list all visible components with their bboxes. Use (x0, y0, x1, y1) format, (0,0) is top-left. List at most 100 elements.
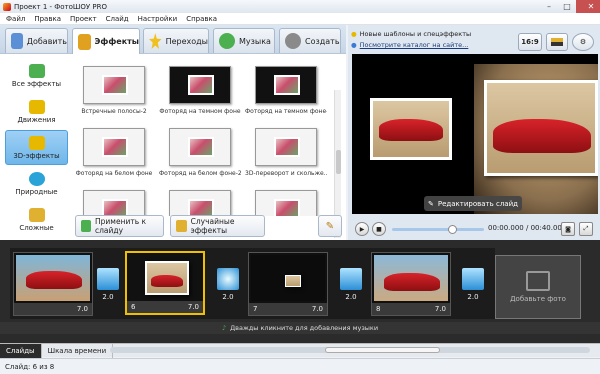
tab-timeline-scale[interactable]: Шкала времени (42, 343, 114, 358)
slide-duration: 7.0 (76, 305, 88, 313)
effect-thumbnail (169, 128, 231, 166)
music-track[interactable]: ♪ Дважды кликните для добавления музыки (0, 322, 600, 334)
category-all-effects[interactable]: Все эффекты (5, 58, 68, 93)
tab-effects-label: Эффекты (94, 37, 139, 46)
effect-caption: Фоторяд на белом фоне-2 (159, 170, 241, 177)
effect-thumbnail (83, 190, 145, 216)
tab-add-label: Добавить (26, 36, 67, 46)
fullscreen-icon: ⤢ (583, 225, 589, 232)
tab-music-label: Музыка (239, 36, 271, 46)
music-hint: Дважды кликните для добавления музыки (230, 324, 379, 332)
edit-slide-label: Редактировать слайд (437, 199, 518, 208)
effect-caption: Фоторяд на темном фоне-2 (245, 108, 327, 115)
slide-duration: 7.0 (434, 305, 446, 313)
tab-slides[interactable]: Слайды (0, 343, 42, 358)
transition-item[interactable]: 2.0 (460, 268, 486, 308)
apply-to-slide-button[interactable]: Применить к слайду (75, 215, 164, 237)
brush-button[interactable]: ✎ (318, 215, 342, 237)
effect-item[interactable]: Встречные полосы-2 (73, 60, 155, 120)
transition-item[interactable]: 2.0 (338, 268, 364, 308)
window-controls: – □ ✕ (540, 0, 600, 13)
effect-caption: Фоторяд на белом фоне (75, 170, 153, 177)
layers-icon (28, 207, 45, 222)
stop-button[interactable]: ■ (372, 222, 386, 236)
slide-item[interactable]: 8 7.0 (371, 252, 451, 316)
effect-item[interactable]: Фоторяд на темном фоне-2 (245, 60, 327, 120)
tab-music[interactable]: Музыка (213, 28, 275, 53)
menu-settings[interactable]: Настройки (138, 15, 178, 23)
gear-icon: ⚙ (579, 38, 587, 46)
brush-icon: ✎ (325, 220, 335, 232)
category-complex[interactable]: Сложные (5, 202, 68, 237)
random-effects-button[interactable]: Случайные эффекты (170, 215, 265, 237)
puzzle-icon (28, 63, 45, 78)
transition-duration: 2.0 (102, 293, 114, 301)
menu-bar: Файл Правка Проект Слайд Настройки Справ… (0, 13, 600, 25)
promo-text: Новые шаблоны и спецэффекты (359, 30, 472, 38)
seek-slider[interactable] (392, 225, 484, 234)
minimize-button[interactable]: – (540, 0, 558, 13)
slide-item[interactable]: 6 7.0 (125, 251, 205, 315)
transition-item[interactable]: 2.0 (95, 268, 121, 308)
seek-knob[interactable] (448, 225, 457, 234)
magic-wand-icon (176, 220, 187, 232)
effect-thumbnail (169, 66, 231, 104)
preview-canvas (352, 54, 598, 214)
category-label: Все эффекты (11, 79, 62, 88)
effect-item[interactable]: Фоторяд на белом фоне-2 (159, 122, 241, 182)
menu-file[interactable]: Файл (6, 15, 25, 23)
snowflake-icon (28, 171, 45, 186)
category-label: Природные (15, 187, 58, 196)
edit-slide-button[interactable]: ✎ Редактировать слайд (424, 196, 522, 211)
tab-create[interactable]: Создать (279, 28, 341, 53)
tab-transitions[interactable]: Переходы (143, 28, 209, 53)
play-icon: ▶ (359, 225, 365, 233)
add-photo-placeholder[interactable]: Добавьте фото (495, 255, 581, 319)
category-label: Движения (17, 115, 56, 124)
menu-slide[interactable]: Слайд (106, 15, 129, 23)
menu-help[interactable]: Справка (186, 15, 217, 23)
settings-button[interactable]: ⚙ (572, 33, 594, 51)
transition-duration: 2.0 (222, 293, 234, 301)
arrow-down-icon (81, 220, 92, 232)
transition-item[interactable]: 2.0 (215, 268, 241, 308)
menu-edit[interactable]: Правка (34, 15, 61, 23)
tab-effects[interactable]: Эффекты (72, 28, 140, 54)
timeline-scrollbar[interactable] (110, 347, 590, 353)
title-bar: Проект 1 - ФотоШОУ PRO (0, 0, 600, 13)
maximize-button[interactable]: □ (558, 0, 576, 13)
effect-item[interactable] (159, 184, 241, 216)
window-title: Проект 1 - ФотоШОУ PRO (14, 2, 108, 11)
snapshot-button[interactable]: ◙ (561, 222, 575, 236)
star-icon (149, 33, 162, 49)
slide-item[interactable]: 7 7.0 (248, 252, 328, 316)
category-3d-effects[interactable]: 3D-эффекты (5, 130, 68, 165)
effect-item[interactable]: 3D-переворот и скольже... (245, 122, 327, 182)
aspect-ratio-button[interactable]: 16:9 (518, 33, 542, 51)
effect-item[interactable]: Фоторяд на белом фоне (73, 122, 155, 182)
category-motion[interactable]: Движения (5, 94, 68, 129)
effects-grid: Встречные полосы-2 Фоторяд на темном фон… (73, 60, 331, 216)
effects-icon (78, 33, 91, 50)
tab-add[interactable]: Добавить (5, 28, 68, 53)
close-button[interactable]: ✕ (576, 0, 600, 13)
app-icon (3, 2, 11, 11)
slide-item[interactable]: 7.0 (13, 252, 93, 316)
slide-number: 6 (131, 303, 136, 311)
transition-duration: 2.0 (467, 293, 479, 301)
category-nature[interactable]: Природные (5, 166, 68, 201)
play-button[interactable]: ▶ (355, 222, 369, 236)
slide-duration: 7.0 (187, 303, 199, 311)
image-settings-button[interactable] (546, 33, 568, 51)
menu-project[interactable]: Проект (70, 15, 97, 23)
scrollbar-thumb[interactable] (325, 347, 440, 353)
status-bar: Слайд: 6 из 8 (0, 358, 600, 374)
preview-photo-right (484, 80, 598, 176)
effect-item[interactable] (245, 184, 327, 216)
effect-item[interactable] (73, 184, 155, 216)
fullscreen-button[interactable]: ⤢ (579, 222, 593, 236)
globe-icon: ● (351, 41, 357, 49)
effect-caption: Встречные полосы-2 (81, 108, 147, 115)
catalog-link[interactable]: Посмотрите каталог на сайте... (360, 40, 469, 51)
effect-item[interactable]: Фоторяд на темном фоне (159, 60, 241, 120)
